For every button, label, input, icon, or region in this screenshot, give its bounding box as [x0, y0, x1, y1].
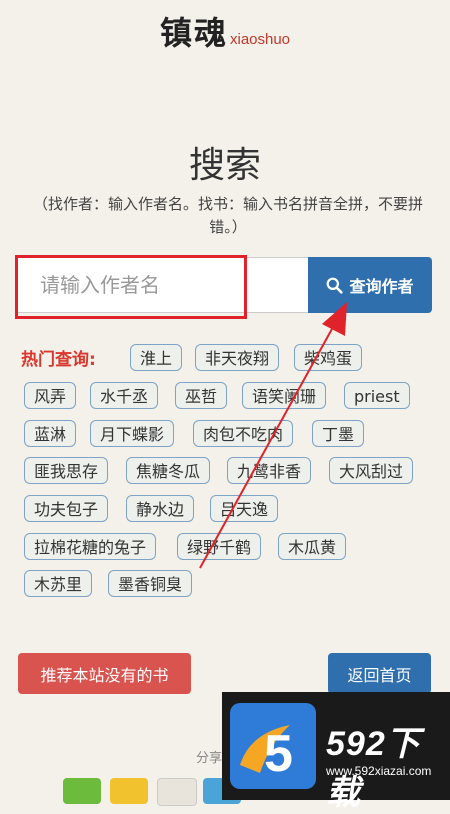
hot-tag[interactable]: 绿野千鹤	[177, 533, 262, 560]
hot-tag[interactable]: 吕天逸	[210, 495, 279, 522]
hot-tag[interactable]: 风弄	[24, 382, 77, 409]
page-title: 搜索	[188, 145, 261, 186]
search-hint: （找作者：输入作者名。找书：输入书名拼音全拼，不要拼错。）	[32, 195, 423, 236]
logo-english: xiaoshuo	[229, 31, 291, 48]
site-logo[interactable]: 镇魂 xiaoshuo	[0, 8, 450, 54]
back-home-button[interactable]: 返回首页	[328, 653, 431, 694]
hot-tag[interactable]: 九鹭非香	[227, 457, 312, 484]
hot-tag[interactable]: 木苏里	[24, 570, 93, 597]
wechat-share-icon[interactable]	[63, 778, 101, 804]
hot-tag[interactable]: 巫哲	[175, 382, 228, 409]
hot-tag[interactable]: 大风刮过	[329, 457, 414, 484]
search-author-button[interactable]: 查询作者	[308, 257, 432, 313]
hot-tag[interactable]: 匪我思存	[24, 457, 109, 484]
watermark-digit: 5	[264, 725, 293, 783]
hot-tag[interactable]: 淮上	[130, 344, 183, 371]
hot-tag[interactable]: 水千丞	[90, 382, 159, 409]
share-label: 分享	[196, 751, 223, 766]
hot-tag[interactable]: 墨香铜臭	[108, 570, 193, 597]
author-search-input[interactable]	[17, 257, 308, 313]
hot-tag[interactable]: 功夫包子	[24, 495, 109, 522]
hot-tag[interactable]: 非天夜翔	[195, 344, 280, 371]
hot-tag[interactable]: 语笑阑珊	[242, 382, 327, 409]
hot-tag[interactable]: 木瓜黄	[278, 533, 347, 560]
hot-tag[interactable]: 蓝淋	[24, 420, 77, 447]
watermark-url: www.592xiazai.com	[326, 764, 432, 778]
weibo-share-icon[interactable]	[157, 778, 197, 806]
search-bar: 查询作者	[15, 255, 432, 319]
search-button-label: 查询作者	[349, 277, 414, 296]
hot-tag[interactable]: 柴鸡蛋	[294, 344, 363, 371]
search-icon	[327, 277, 344, 294]
hot-tag[interactable]: 焦糖冬瓜	[126, 457, 211, 484]
logo-chinese: 镇魂	[159, 14, 228, 52]
hot-tag[interactable]: 肉包不吃肉	[193, 420, 294, 447]
hot-tag[interactable]: 拉棉花糖的兔子	[24, 533, 157, 560]
hot-tag[interactable]: priest	[344, 382, 410, 409]
watermark-logo-icon: 5	[230, 703, 316, 789]
qzone-share-icon[interactable]	[110, 778, 148, 804]
recommend-book-button[interactable]: 推荐本站没有的书	[18, 653, 191, 694]
hot-tag[interactable]: 静水边	[126, 495, 195, 522]
hot-tag[interactable]: 丁墨	[312, 420, 365, 447]
hot-search-label: 热门查询:	[21, 350, 96, 370]
watermark-banner: 5 592下载 www.592xiazai.com	[222, 692, 450, 812]
hot-tag[interactable]: 月下蝶影	[90, 420, 175, 447]
